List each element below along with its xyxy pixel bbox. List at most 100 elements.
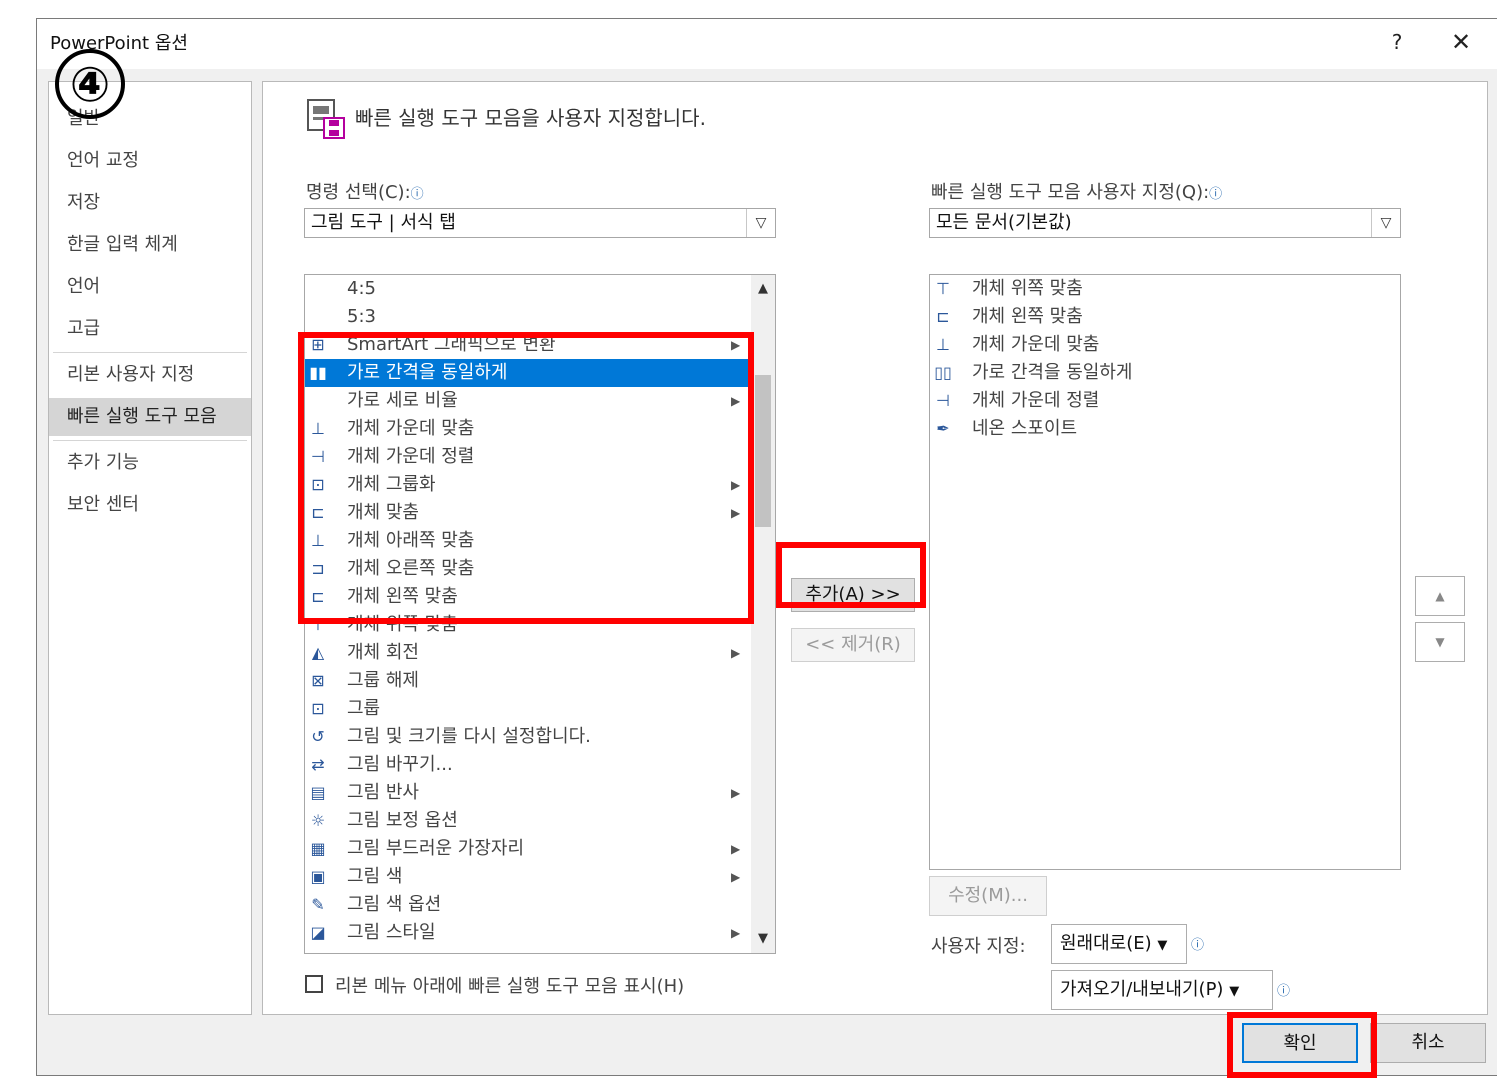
- distribute-horizontal-icon: ▮▮: [309, 363, 327, 382]
- list-item[interactable]: ⊥ 개체 가운데 맞춤: [305, 415, 751, 443]
- chevron-down-icon[interactable]: ▽: [1371, 209, 1400, 237]
- list-item[interactable]: ↺ 그림 및 크기를 다시 설정합니다.: [305, 723, 751, 751]
- chevron-down-icon[interactable]: ▽: [746, 209, 775, 237]
- list-item[interactable]: ☼ 그림 보정 옵션: [305, 807, 751, 835]
- list-item[interactable]: ⊡ 개체 그룹화 ▶: [305, 471, 751, 499]
- nav-item-trust-center[interactable]: 보안 센터: [49, 486, 251, 524]
- scroll-down-icon[interactable]: ▼: [751, 927, 775, 951]
- nav-item-save[interactable]: 저장: [49, 184, 251, 222]
- list-item[interactable]: ◪ 그림 스타일 ▶: [305, 919, 751, 947]
- submenu-arrow-icon: ▶: [731, 506, 741, 520]
- list-item[interactable]: ⇄ 그림 바꾸기...: [305, 751, 751, 779]
- submenu-arrow-icon: ▶: [731, 842, 741, 856]
- show-below-ribbon-checkbox[interactable]: [305, 975, 323, 993]
- close-icon[interactable]: ✕: [1441, 25, 1481, 59]
- list-item[interactable]: ▮▮ 가로 간격을 동일하게: [305, 359, 751, 387]
- remove-button[interactable]: << 제거(R): [791, 628, 915, 662]
- submenu-arrow-icon: ▶: [731, 870, 741, 884]
- nav-item-korean-ime[interactable]: 한글 입력 체계: [49, 226, 251, 264]
- customize-toolbar-dropdown[interactable]: 모든 문서(기본값) ▽: [929, 208, 1401, 238]
- list-item[interactable]: ⊤ 개체 위쪽 맞춤: [305, 611, 751, 639]
- add-button[interactable]: 추가(A) >>: [791, 578, 915, 612]
- change-picture-icon: ⇄: [311, 755, 325, 774]
- list-item[interactable]: ▦ 그림 부드러운 가장자리 ▶: [305, 835, 751, 863]
- help-icon[interactable]: ?: [1380, 25, 1414, 59]
- modify-button[interactable]: 수정(M)...: [929, 876, 1047, 916]
- list-item[interactable]: ▣ 그림 색 ▶: [305, 863, 751, 891]
- commands-scrollbar[interactable]: ▲ ▼: [751, 275, 775, 953]
- category-nav: 일반 언어 교정 저장 한글 입력 체계 언어 고급 리본 사용자 지정 빠른 …: [48, 81, 252, 1015]
- nav-item-language[interactable]: 언어: [49, 268, 251, 306]
- group-icon: ⊡: [311, 475, 325, 494]
- list-item[interactable]: ⊥ 개체 아래쪽 맞춤: [305, 527, 751, 555]
- list-item[interactable]: 5:3: [305, 303, 751, 331]
- cancel-button[interactable]: 취소: [1370, 1023, 1486, 1063]
- quick-access-toolbar-icon: [307, 99, 345, 139]
- align-left-icon: ⊏: [311, 587, 325, 606]
- choose-commands-label: 명령 선택(C):ⓘ: [306, 182, 424, 203]
- list-item[interactable]: ◭ 개체 회전 ▶: [305, 639, 751, 667]
- scroll-up-icon[interactable]: ▲: [751, 277, 775, 301]
- move-up-icon[interactable]: ▲: [1415, 576, 1465, 616]
- distribute-horizontal-icon: ▯▯: [934, 363, 952, 382]
- choose-commands-dropdown[interactable]: 그림 도구 | 서식 탭 ▽: [304, 208, 776, 238]
- list-item[interactable]: ⊤ 개체 위쪽 맞춤: [930, 275, 1400, 303]
- align-center-icon: ⊥: [311, 419, 325, 438]
- align-left-icon: ⊏: [936, 307, 950, 326]
- import-export-button[interactable]: 가져오기/내보내기(P) ▼: [1051, 970, 1273, 1010]
- commands-list[interactable]: 4:5 5:3 ⊞ SmartArt 그래픽으로 변환 ▶ ▮▮ 가로 간격을 동일하…: [304, 274, 776, 954]
- align-icon: ⊏: [311, 503, 325, 522]
- list-item[interactable]: ⊏ 개체 맞춤 ▶: [305, 499, 751, 527]
- rotate-icon: ◭: [311, 643, 325, 662]
- align-top-icon: ⊤: [936, 279, 950, 298]
- scrollbar-thumb[interactable]: [755, 375, 771, 527]
- options-dialog: PowerPoint 옵션 ? ✕ 일반 언어 교정 저장 한글 입력 체계 언…: [36, 18, 1497, 1076]
- list-item[interactable]: ⊏ 개체 왼쪽 맞춤: [930, 303, 1400, 331]
- color-options-icon: ✎: [311, 895, 325, 914]
- list-item[interactable]: ⊡ 그룹: [305, 695, 751, 723]
- list-item[interactable]: ▤ 그림 반사 ▶: [305, 779, 751, 807]
- list-item[interactable]: ⊐ 개체 오른쪽 맞춤: [305, 555, 751, 583]
- customizations-label: 사용자 지정:: [931, 936, 1026, 957]
- info-icon: ⓘ: [1277, 984, 1291, 999]
- main-panel: 빠른 실행 도구 모음을 사용자 지정합니다. 명령 선택(C):ⓘ 그림 도구…: [262, 81, 1488, 1015]
- list-item[interactable]: 4:5: [305, 275, 751, 303]
- ungroup-icon: ⊠: [311, 671, 325, 690]
- list-item[interactable]: 가로 세로 비율 ▶: [305, 387, 751, 415]
- list-item[interactable]: ✒ 네온 스포이트: [930, 415, 1400, 443]
- nav-divider: [53, 440, 247, 441]
- submenu-arrow-icon: ▶: [731, 926, 741, 940]
- reset-picture-icon: ↺: [311, 727, 325, 746]
- ok-button[interactable]: 확인: [1242, 1023, 1358, 1063]
- submenu-arrow-icon: ▶: [731, 338, 741, 352]
- soft-edges-icon: ▦: [310, 839, 326, 858]
- nav-item-advanced[interactable]: 고급: [49, 310, 251, 348]
- picture-color-icon: ▣: [310, 867, 326, 886]
- list-item[interactable]: ⊏ 개체 왼쪽 맞춤: [305, 583, 751, 611]
- eyedropper-icon: ✒: [936, 419, 950, 438]
- reset-dropdown-button[interactable]: 원래대로(E) ▼: [1051, 924, 1187, 964]
- list-item[interactable]: ⊠ 그룹 해제: [305, 667, 751, 695]
- choose-commands-value: 그림 도구 | 서식 탭: [311, 212, 456, 233]
- list-item[interactable]: ⊣ 개체 가운데 정렬: [930, 387, 1400, 415]
- nav-item-add-ins[interactable]: 추가 기능: [49, 444, 251, 482]
- align-middle-icon: ⊣: [936, 391, 950, 410]
- dialog-title: PowerPoint 옵션: [50, 33, 188, 54]
- list-item[interactable]: ⊥ 개체 가운데 맞춤: [930, 331, 1400, 359]
- nav-divider: [53, 352, 247, 353]
- list-item[interactable]: ✎ 그림 색 옵션: [305, 891, 751, 919]
- page-heading: 빠른 실행 도구 모음을 사용자 지정합니다.: [355, 106, 706, 130]
- info-icon: ⓘ: [1209, 187, 1223, 202]
- list-item[interactable]: ▯▯ 가로 간격을 동일하게: [930, 359, 1400, 387]
- quick-access-toolbar-list[interactable]: ⊤ 개체 위쪽 맞춤 ⊏ 개체 왼쪽 맞춤 ⊥ 개체 가운데 맞춤 ▯▯ 가로 간격을 …: [929, 274, 1401, 870]
- list-item[interactable]: ⊣ 개체 가운데 정렬: [305, 443, 751, 471]
- move-down-icon[interactable]: ▼: [1415, 622, 1465, 662]
- nav-item-proofing[interactable]: 언어 교정: [49, 142, 251, 180]
- nav-item-customize-ribbon[interactable]: 리본 사용자 지정: [49, 356, 251, 394]
- align-middle-icon: ⊣: [311, 447, 325, 466]
- align-center-icon: ⊥: [936, 335, 950, 354]
- customize-toolbar-label: 빠른 실행 도구 모음 사용자 지정(Q):ⓘ: [931, 182, 1223, 203]
- caret-down-icon: ▼: [1229, 984, 1240, 999]
- list-item[interactable]: ⊞ SmartArt 그래픽으로 변환 ▶: [305, 331, 751, 359]
- nav-item-quick-access-toolbar[interactable]: 빠른 실행 도구 모음: [49, 398, 251, 436]
